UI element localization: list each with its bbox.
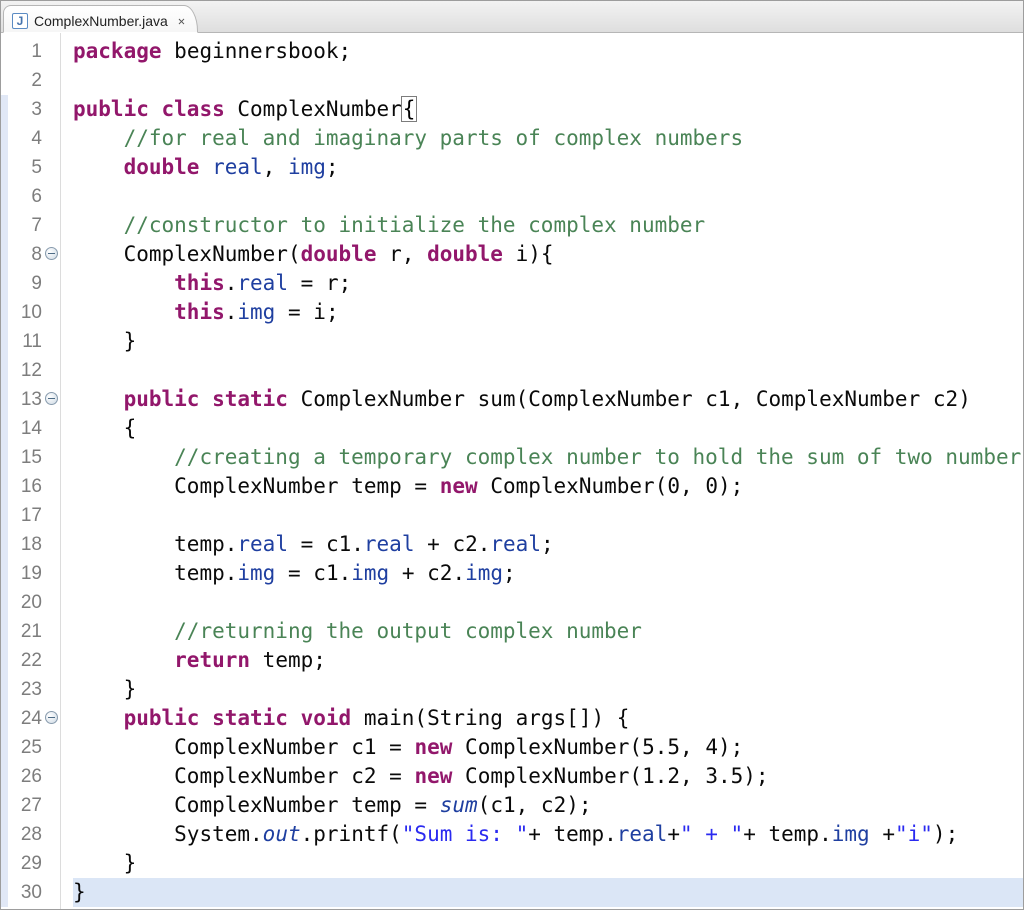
gutter-line-number[interactable]: 27 bbox=[1, 791, 60, 820]
gutter-line-number[interactable]: 7 bbox=[1, 211, 60, 240]
close-icon[interactable]: ✕ bbox=[178, 14, 183, 28]
code-line[interactable]: package beginnersbook; bbox=[73, 37, 1023, 66]
code-line[interactable]: { bbox=[73, 414, 1023, 443]
code-area: 1234567891011121314151617181920212223242… bbox=[1, 33, 1023, 909]
code-line[interactable]: public static void main(String args[]) { bbox=[73, 704, 1023, 733]
code-line[interactable]: //creating a temporary complex number to… bbox=[73, 443, 1023, 472]
gutter-line-number[interactable]: 21 bbox=[1, 617, 60, 646]
java-file-icon: J bbox=[12, 13, 28, 29]
gutter-line-number[interactable]: 8 bbox=[1, 240, 60, 269]
current-line-highlight: } bbox=[73, 878, 1023, 907]
gutter-line-number[interactable]: 29 bbox=[1, 849, 60, 878]
gutter-line-number[interactable]: 10 bbox=[1, 298, 60, 327]
code-line[interactable]: this.img = i; bbox=[73, 298, 1023, 327]
gutter-line-number[interactable]: 28 bbox=[1, 820, 60, 849]
fold-toggle-icon[interactable] bbox=[45, 711, 58, 724]
code-line[interactable]: //for real and imaginary parts of comple… bbox=[73, 124, 1023, 153]
code-line[interactable] bbox=[73, 588, 1023, 617]
gutter-line-number[interactable]: 17 bbox=[1, 501, 60, 530]
code-line[interactable]: ComplexNumber(double r, double i){ bbox=[73, 240, 1023, 269]
gutter-line-number[interactable]: 25 bbox=[1, 733, 60, 762]
code-line[interactable]: ComplexNumber temp = new ComplexNumber(0… bbox=[73, 472, 1023, 501]
code-line[interactable]: this.real = r; bbox=[73, 269, 1023, 298]
gutter-line-number[interactable]: 1 bbox=[1, 37, 60, 66]
gutter-line-number[interactable]: 2 bbox=[1, 66, 60, 95]
code-line[interactable] bbox=[73, 501, 1023, 530]
gutter-line-number[interactable]: 23 bbox=[1, 675, 60, 704]
code-line[interactable]: return temp; bbox=[73, 646, 1023, 675]
code-line[interactable] bbox=[73, 66, 1023, 95]
fold-toggle-icon[interactable] bbox=[45, 392, 58, 405]
code-line[interactable]: } bbox=[73, 849, 1023, 878]
code-line[interactable]: //returning the output complex number bbox=[73, 617, 1023, 646]
gutter-line-number[interactable]: 13 bbox=[1, 385, 60, 414]
gutter-line-number[interactable]: 26 bbox=[1, 762, 60, 791]
code-line[interactable]: } bbox=[73, 327, 1023, 356]
code-line[interactable]: temp.real = c1.real + c2.real; bbox=[73, 530, 1023, 559]
code-line[interactable]: ComplexNumber temp = sum(c1, c2); bbox=[73, 791, 1023, 820]
gutter-line-number[interactable]: 9 bbox=[1, 269, 60, 298]
editor: J ComplexNumber.java ✕ 12345678910111213… bbox=[0, 0, 1024, 910]
file-tab[interactable]: J ComplexNumber.java ✕ bbox=[3, 5, 198, 33]
gutter-line-number[interactable]: 22 bbox=[1, 646, 60, 675]
tab-filename: ComplexNumber.java bbox=[34, 13, 168, 29]
code-line[interactable]: ComplexNumber c2 = new ComplexNumber(1.2… bbox=[73, 762, 1023, 791]
gutter-line-number[interactable]: 14 bbox=[1, 414, 60, 443]
code-line[interactable]: } bbox=[73, 675, 1023, 704]
fold-toggle-icon[interactable] bbox=[45, 247, 58, 260]
code-line[interactable]: System.out.printf("Sum is: "+ temp.real+… bbox=[73, 820, 1023, 849]
gutter-line-number[interactable]: 6 bbox=[1, 182, 60, 211]
code-line[interactable]: public class ComplexNumber{ bbox=[73, 95, 1023, 124]
code-line[interactable]: public static ComplexNumber sum(ComplexN… bbox=[73, 385, 1023, 414]
code-line[interactable]: } bbox=[73, 878, 1023, 907]
code-line[interactable] bbox=[73, 182, 1023, 211]
code-line[interactable] bbox=[73, 356, 1023, 385]
tab-bar: J ComplexNumber.java ✕ bbox=[1, 1, 1023, 33]
code-line[interactable]: //constructor to initialize the complex … bbox=[73, 211, 1023, 240]
gutter-line-number[interactable]: 24 bbox=[1, 704, 60, 733]
gutter-line-number[interactable]: 16 bbox=[1, 472, 60, 501]
code-line[interactable]: double real, img; bbox=[73, 153, 1023, 182]
gutter-line-number[interactable]: 4 bbox=[1, 124, 60, 153]
gutter-line-number[interactable]: 3 bbox=[1, 95, 60, 124]
code-line[interactable]: temp.img = c1.img + c2.img; bbox=[73, 559, 1023, 588]
gutter-line-number[interactable]: 19 bbox=[1, 559, 60, 588]
gutter-line-number[interactable]: 12 bbox=[1, 356, 60, 385]
gutter-line-number[interactable]: 18 bbox=[1, 530, 60, 559]
gutter-line-number[interactable]: 20 bbox=[1, 588, 60, 617]
code-line[interactable]: ComplexNumber c1 = new ComplexNumber(5.5… bbox=[73, 733, 1023, 762]
gutter-line-number[interactable]: 15 bbox=[1, 443, 60, 472]
code-editor[interactable]: package beginnersbook; public class Compl… bbox=[61, 33, 1023, 909]
gutter-line-number[interactable]: 11 bbox=[1, 327, 60, 356]
gutter-line-number[interactable]: 30 bbox=[1, 878, 60, 907]
gutter: 1234567891011121314151617181920212223242… bbox=[1, 33, 61, 909]
gutter-line-number[interactable]: 5 bbox=[1, 153, 60, 182]
